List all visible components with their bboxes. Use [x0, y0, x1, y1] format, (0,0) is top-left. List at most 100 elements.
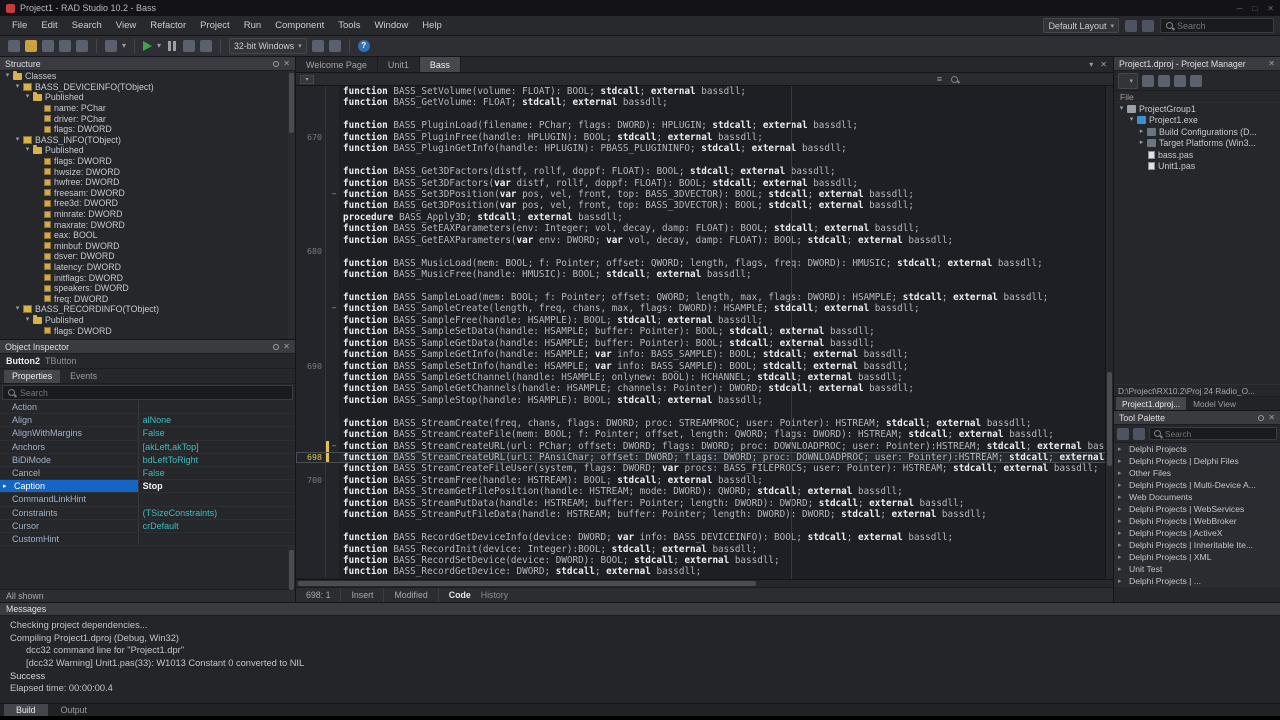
code-line[interactable]: 680: [296, 246, 1113, 258]
property-value[interactable]: bdLeftToRight: [139, 455, 295, 465]
expand-icon[interactable]: ▸: [1118, 529, 1126, 537]
collapse-icon[interactable]: ▾: [23, 315, 32, 325]
property-name[interactable]: Cancel: [0, 466, 139, 480]
structure-item[interactable]: minrate: DWORD: [0, 209, 295, 220]
fold-collapse-icon[interactable]: −: [329, 188, 339, 201]
expand-icon[interactable]: ▸: [1118, 493, 1126, 501]
structure-item[interactable]: latency: DWORD: [0, 262, 295, 273]
code-line[interactable]: function BASS_StreamPutData(handle: HSTR…: [296, 497, 1113, 510]
structure-item[interactable]: ▾ Published: [0, 145, 295, 156]
pm-new-icon[interactable]: [1141, 74, 1154, 87]
message-line[interactable]: Compiling Project1.dproj (Debug, Win32): [0, 632, 1280, 645]
code-line[interactable]: function BASS_MusicLoad(mem: BOOL; f: Po…: [296, 257, 1113, 269]
pause-icon[interactable]: [166, 40, 178, 52]
tab-list-dropdown-icon[interactable]: ▾: [1089, 60, 1093, 69]
step-over-icon[interactable]: [200, 40, 213, 52]
code-line[interactable]: function BASS_SampleGetChannel(handle: H…: [296, 371, 1113, 384]
message-line[interactable]: Checking project dependencies...: [0, 619, 1280, 632]
file-column-header[interactable]: File: [1114, 91, 1280, 103]
editor-horizontal-scrollbar[interactable]: [296, 579, 1113, 587]
property-name[interactable]: BiDiMode: [0, 453, 139, 466]
code-line[interactable]: function BASS_SetVolume(volume: FLOAT): …: [296, 86, 1113, 98]
collapse-icon[interactable]: ▾: [1127, 115, 1136, 125]
code-line[interactable]: function BASS_RecordInit(device: Integer…: [296, 543, 1113, 555]
property-row-bidimode[interactable]: BiDiMode bdLeftToRight: [0, 453, 295, 467]
property-name[interactable]: AlignWithMargins: [0, 427, 139, 440]
structure-item[interactable]: ▾ BASS_RECORDINFO(TObject): [0, 304, 295, 315]
property-value[interactable]: [akLeft,akTop]: [139, 442, 295, 452]
code-line[interactable]: [296, 520, 1113, 533]
expand-icon[interactable]: ▸: [1118, 541, 1126, 549]
menu-component[interactable]: Component: [269, 18, 330, 33]
delete-layout-icon[interactable]: [1142, 19, 1154, 32]
expand-icon[interactable]: ▸: [1118, 577, 1126, 585]
fold-collapse-icon[interactable]: −: [329, 303, 339, 315]
code-line[interactable]: function BASS_MusicFree(handle: HMUSIC):…: [296, 269, 1113, 281]
structure-item[interactable]: freq: DWORD: [0, 293, 295, 304]
expand-icon[interactable]: ▸: [1118, 481, 1126, 489]
structure-item[interactable]: flags: DWORD: [0, 325, 295, 336]
structure-item[interactable]: flags: DWORD: [0, 124, 295, 135]
structure-item[interactable]: hwfree: DWORD: [0, 177, 295, 188]
code-line[interactable]: function BASS_RecordGetDevice: DWORD; st…: [296, 566, 1113, 578]
global-search-input[interactable]: [1177, 20, 1269, 31]
property-name[interactable]: CommandLinkHint: [0, 493, 139, 506]
code-line[interactable]: 670 function BASS_PluginFree(handle: HPLU…: [296, 131, 1113, 144]
run-options-caret-icon[interactable]: ▾: [157, 40, 161, 52]
palette-collapse-icon[interactable]: [1133, 427, 1145, 440]
structure-item[interactable]: ▾ BASS_INFO(TObject): [0, 135, 295, 146]
save-icon[interactable]: [59, 40, 71, 52]
code-line[interactable]: [296, 406, 1113, 418]
close-icon[interactable]: ✕: [283, 59, 290, 68]
code-line[interactable]: function BASS_SampleStop(handle: HSAMPLE…: [296, 394, 1113, 407]
pm-sort-icon[interactable]: [1173, 74, 1186, 87]
code-line[interactable]: function BASS_SampleGetInfo(handle: HSAM…: [296, 349, 1113, 361]
property-row-caption[interactable]: ▸ Caption Stop: [0, 480, 295, 494]
structure-item[interactable]: free3d: DWORD: [0, 198, 295, 209]
property-value[interactable]: False: [139, 468, 295, 478]
code-navigation-dropdown-icon[interactable]: ▾: [300, 74, 314, 84]
folder-open-icon[interactable]: [25, 40, 37, 52]
expand-icon[interactable]: ▸: [1118, 565, 1126, 573]
code-line[interactable]: function BASS_StreamCreateFileUser(syste…: [296, 463, 1113, 475]
project-item[interactable]: Unit1.pas: [1114, 161, 1280, 173]
pm-remove-icon[interactable]: [1157, 74, 1170, 87]
property-row-alignwithmargins[interactable]: AlignWithMargins False: [0, 427, 295, 441]
code-line[interactable]: 698 function BASS_StreamCreateURL(url: PA…: [296, 452, 1113, 464]
close-icon[interactable]: ✕: [1268, 59, 1275, 68]
palette-category[interactable]: ▸ Delphi Projects | ActiveX: [1114, 527, 1280, 539]
code-line[interactable]: function BASS_StreamPutFileData(handle: …: [296, 509, 1113, 521]
structure-item[interactable]: initflags: DWORD: [0, 272, 295, 283]
code-line[interactable]: function BASS_SampleSetData(handle: HSAM…: [296, 326, 1113, 338]
message-line[interactable]: Success: [0, 670, 1280, 683]
code-line[interactable]: 690 function BASS_SampleSetInfo(handle: H…: [296, 360, 1113, 372]
close-icon[interactable]: ✕: [1268, 413, 1275, 422]
palette-search[interactable]: [1149, 427, 1277, 440]
editor-scrollbar[interactable]: [1105, 86, 1113, 579]
property-row-align[interactable]: Align alNone: [0, 414, 295, 428]
property-name[interactable]: Anchors: [0, 440, 139, 453]
expand-icon[interactable]: ▸: [1118, 553, 1126, 561]
code-line[interactable]: function BASS_RecordSetDevice(device: DW…: [296, 554, 1113, 567]
save-layout-icon[interactable]: [1125, 19, 1137, 32]
code-line[interactable]: function BASS_SampleFree(handle: HSAMPLE…: [296, 314, 1113, 327]
pm-collapse-icon[interactable]: [1189, 74, 1202, 87]
expand-icon[interactable]: ▸: [1118, 445, 1126, 453]
project-item[interactable]: bass.pas: [1114, 149, 1280, 161]
layout-select[interactable]: Default Layout ▾: [1043, 18, 1119, 33]
structure-item[interactable]: dsver: DWORD: [0, 251, 295, 262]
fold-collapse-icon[interactable]: −: [329, 440, 339, 452]
expand-icon[interactable]: ▸: [1137, 127, 1146, 137]
file-new-icon[interactable]: [8, 40, 20, 52]
property-name[interactable]: ▸ Caption: [0, 480, 139, 493]
tab-model-view[interactable]: Model View: [1187, 397, 1242, 410]
trace-into-icon[interactable]: [183, 40, 196, 52]
palette-search-input[interactable]: [1165, 428, 1273, 439]
structure-item[interactable]: maxrate: DWORD: [0, 219, 295, 230]
code-line[interactable]: [296, 280, 1113, 292]
property-row-action[interactable]: Action: [0, 401, 295, 415]
tab-output[interactable]: Output: [49, 704, 99, 716]
palette-category[interactable]: ▸ Web Documents: [1114, 491, 1280, 503]
pm-menu-select[interactable]: ▾: [1118, 72, 1138, 89]
code-line[interactable]: − function BASS_Set3DPosition(var pos, ve…: [296, 188, 1113, 201]
